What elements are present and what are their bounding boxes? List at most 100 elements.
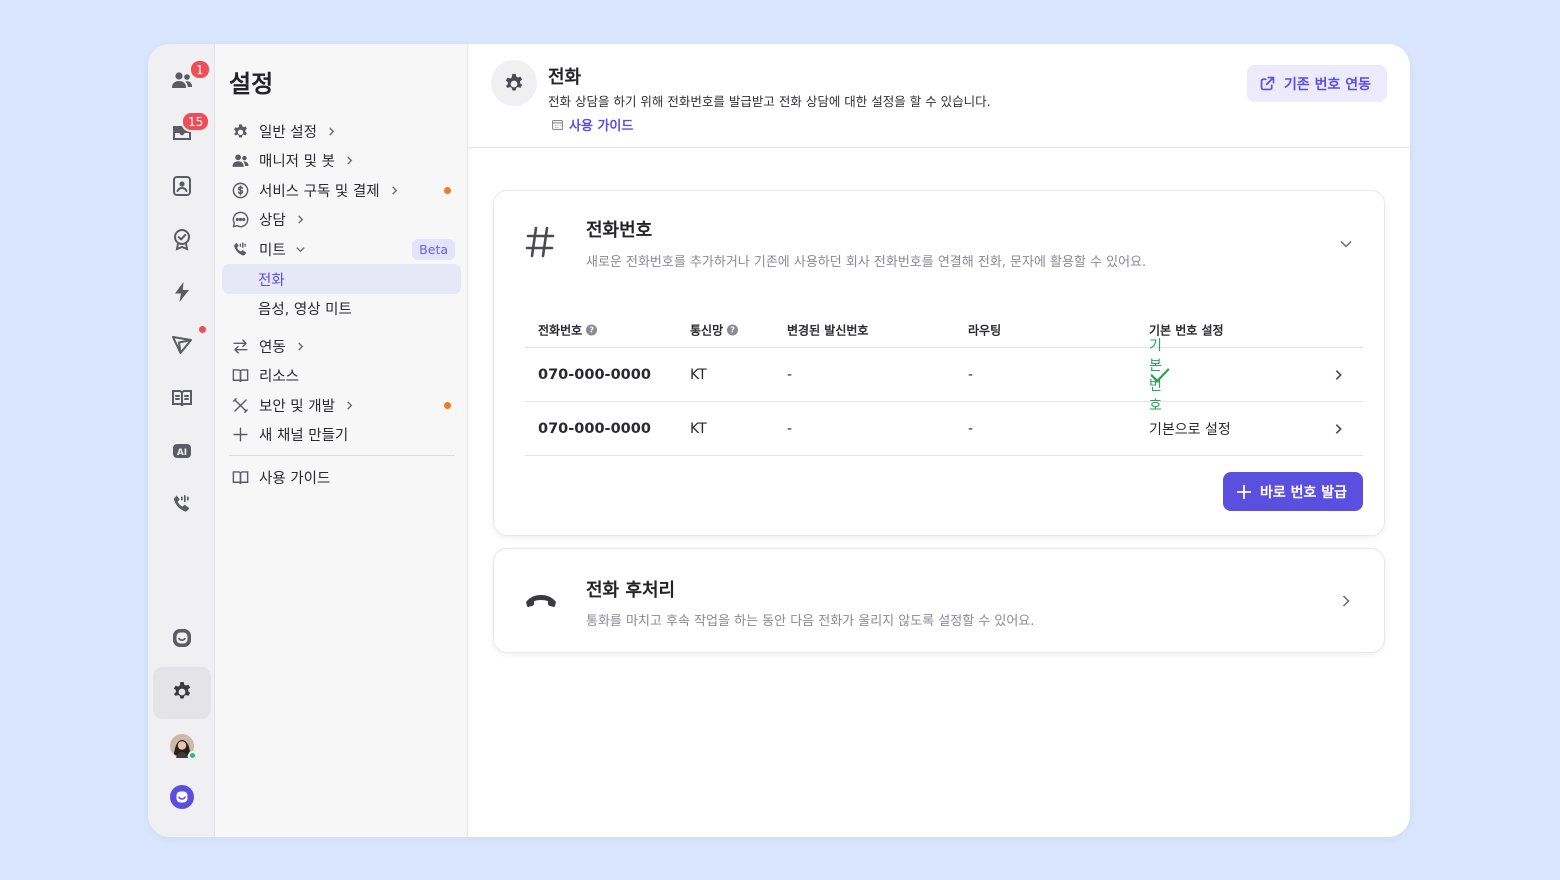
calendar-icon: [551, 118, 569, 131]
chevron-right-icon: [295, 214, 306, 225]
hash-icon: [524, 225, 556, 263]
column-header: 변경된 발신번호: [787, 323, 869, 338]
channel-logo-icon: [170, 785, 194, 813]
nav-item-guide[interactable]: 사용 가이드: [222, 462, 461, 492]
nav-item-general[interactable]: 일반 설정: [222, 116, 461, 146]
rail-automation[interactable]: [153, 268, 211, 320]
chevron-right-icon: [326, 126, 337, 137]
nav-item-label: 연동: [259, 339, 286, 356]
card-description: 새로운 전화번호를 추가하거나 기존에 사용하던 회사 전화번호를 연결해 전화…: [586, 255, 1147, 270]
chevron-right-icon: [295, 341, 306, 352]
rail-review[interactable]: [153, 215, 211, 267]
chevron-down-icon: [295, 244, 306, 255]
ai-icon: AI: [170, 439, 194, 467]
guide-link-label: 사용 가이드: [569, 119, 634, 134]
table-row[interactable]: 070-000-0000 KT - - 기본 번호: [525, 338, 1363, 414]
rail-profile[interactable]: [153, 720, 211, 772]
column-header: 전화번호?: [538, 322, 598, 339]
nav-item-label: 상담: [259, 212, 286, 229]
guide-link[interactable]: 사용 가이드: [551, 115, 633, 134]
app-window: 1 15 AI 설정 일반 설정 매니저 및 봇 서비스 구독 및 결제 상담 …: [148, 44, 1410, 837]
rail-teammates[interactable]: 1: [153, 56, 211, 108]
contacts-icon: [170, 174, 194, 202]
notification-badge: 15: [181, 111, 211, 132]
phone-number: 070-000-0000: [538, 420, 651, 437]
issue-number-button[interactable]: 바로 번호 발급: [1222, 472, 1363, 511]
gear-icon: [230, 121, 250, 141]
nav-divider: [229, 455, 455, 456]
rail-phone[interactable]: [153, 480, 211, 532]
page-title: 전화: [548, 67, 582, 88]
bolt-icon: [170, 280, 194, 308]
alert-dot: [444, 401, 451, 409]
chat-bubble-icon: [230, 209, 250, 229]
svg-text:AI: AI: [177, 448, 187, 458]
icon-rail: 1 15 AI: [148, 44, 215, 837]
rail-docs[interactable]: [153, 374, 211, 426]
link-existing-number-button[interactable]: 기존 번호 연동: [1246, 65, 1387, 102]
phone-number: 070-000-0000: [538, 366, 651, 383]
phone-number-table: 전화번호? 통신망? 변경된 발신번호 라우팅 기본 번호 설정 070-000…: [525, 313, 1363, 456]
link-existing-number-label: 기존 번호 연동: [1283, 76, 1371, 93]
nav-item-label: 전화: [258, 272, 285, 289]
beta-badge: Beta: [412, 238, 455, 260]
nav-item-label: 보안 및 개발: [259, 398, 335, 415]
rail-ai[interactable]: AI: [153, 427, 211, 479]
card-title: 전화 후처리: [586, 580, 676, 601]
nav-item-managers[interactable]: 매니저 및 봇: [222, 145, 461, 175]
help-icon[interactable]: ?: [727, 324, 739, 336]
chevron-right-icon: [344, 400, 355, 411]
phone-numbers-card: 전화번호 새로운 전화번호를 추가하거나 기존에 사용하던 회사 전화번호를 연…: [493, 190, 1385, 536]
nav-item-integrations[interactable]: 연동: [222, 331, 461, 361]
table-row[interactable]: 070-000-0000 KT - - 기본으로 설정: [525, 402, 1363, 456]
rail-contacts[interactable]: [153, 162, 211, 214]
page-description: 전화 상담을 하기 위해 전화번호를 발급받고 전화 상담에 대한 설정을 할 …: [548, 94, 991, 109]
tools-icon: [230, 395, 250, 415]
book-icon: [170, 386, 194, 414]
rail-campaign[interactable]: [153, 321, 211, 373]
help-icon[interactable]: ?: [586, 324, 598, 336]
nav-item-billing[interactable]: 서비스 구독 및 결제: [222, 175, 461, 205]
card-title: 전화번호: [586, 220, 653, 241]
nav-item-phone[interactable]: 전화: [222, 264, 461, 294]
nav-item-resources[interactable]: 리소스: [222, 360, 461, 390]
people-icon: [230, 150, 250, 170]
chevron-right-icon[interactable]: [1332, 422, 1345, 435]
avatar: [170, 734, 197, 760]
rail-chat[interactable]: [153, 614, 211, 666]
set-default-link[interactable]: 기본으로 설정: [1149, 419, 1231, 439]
carrier: KT: [690, 420, 707, 437]
nav-item-new-channel[interactable]: 새 채널 만들기: [222, 419, 461, 449]
table-header: 전화번호? 통신망? 변경된 발신번호 라우팅 기본 번호 설정: [525, 313, 1363, 348]
dollar-circle-icon: [230, 180, 250, 200]
issue-number-label: 바로 번호 발급: [1259, 484, 1347, 501]
after-call-card[interactable]: 전화 후처리 통화를 마치고 후속 작업을 하는 동안 다음 전화가 울리지 않…: [493, 548, 1385, 653]
nav-item-label: 매니저 및 봇: [259, 153, 335, 170]
plus-icon: [230, 424, 250, 444]
rail-inbox[interactable]: 15: [153, 109, 211, 161]
gear-icon: [170, 679, 194, 707]
rail-settings[interactable]: [153, 667, 211, 719]
nav-title: 설정: [229, 70, 274, 98]
chevron-right-icon: [344, 155, 355, 166]
nav-item-security[interactable]: 보안 및 개발: [222, 390, 461, 420]
rail-channel[interactable]: [153, 773, 211, 825]
gear-icon: [491, 60, 537, 106]
main-content: 전화 전화 상담을 하기 위해 전화번호를 발급받고 전화 상담에 대한 설정을…: [468, 44, 1410, 837]
chevron-right-icon[interactable]: [1332, 368, 1345, 381]
settings-nav: 설정 일반 설정 매니저 및 봇 서비스 구독 및 결제 상담 미트 Beta: [215, 44, 468, 837]
nav-item-voice-video-meet[interactable]: 음성, 영상 미트: [222, 293, 461, 323]
nav-item-consult[interactable]: 상담: [222, 204, 461, 234]
external-link-icon: [1259, 75, 1284, 92]
nav-item-label: 사용 가이드: [259, 470, 331, 487]
nav-item-label: 새 채널 만들기: [259, 427, 349, 444]
column-label: 전화번호: [538, 323, 583, 338]
chevron-down-icon[interactable]: [1338, 236, 1354, 256]
column-header: 통신망?: [690, 322, 739, 339]
nav-item-meet[interactable]: 미트 Beta: [222, 234, 461, 264]
chevron-right-icon[interactable]: [1338, 593, 1354, 613]
nav-item-label: 서비스 구독 및 결제: [259, 183, 380, 200]
chevron-right-icon: [389, 185, 400, 196]
unread-dot: [199, 326, 206, 333]
badge-check-icon: [170, 227, 194, 255]
